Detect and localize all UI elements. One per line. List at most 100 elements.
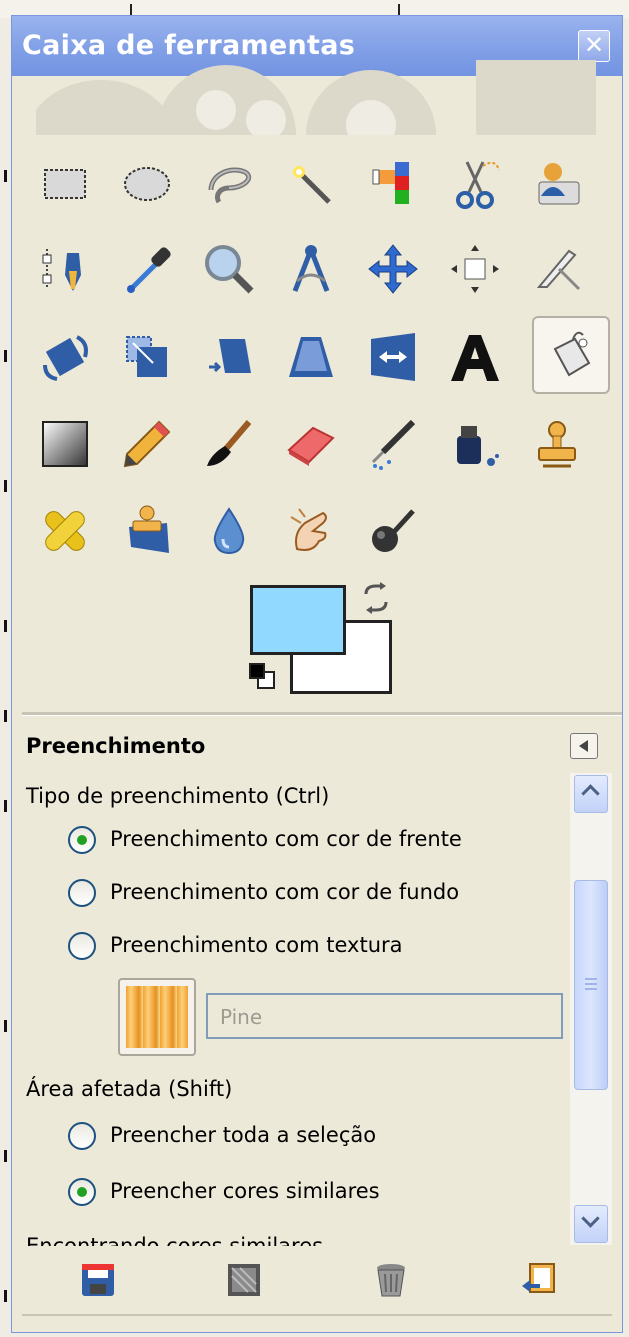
tool-eraser[interactable] [272,405,350,483]
scroll-down-button[interactable] [574,1205,608,1243]
tool-perspective[interactable] [272,318,350,396]
radio-fill-selection[interactable] [68,1122,96,1150]
perspective-tool-icon [289,337,333,377]
tool-perspective-clone[interactable] [108,492,186,570]
options-menu-button[interactable] [570,733,598,759]
tool-ink[interactable] [436,405,514,483]
tool-paths[interactable] [26,230,104,308]
tool-rect-select[interactable] [26,145,104,223]
move-tool-icon [368,244,418,294]
select-by-color-tool-icon [372,162,409,204]
tool-rotate[interactable] [26,318,104,396]
pattern-swatch [126,986,188,1048]
tool-text[interactable] [436,318,514,396]
paintbrush-tool-icon [207,420,252,466]
scroll-thumb[interactable] [574,880,608,1090]
tool-dodge-burn[interactable] [354,492,432,570]
foreground-color-swatch[interactable] [250,585,346,655]
tool-fuzzy-select[interactable] [272,145,350,223]
align-tool-icon [451,245,499,293]
tool-paintbrush[interactable] [190,405,268,483]
fill-type-label: Tipo de preenchimento (Ctrl) [26,784,330,808]
delete-options-button[interactable] [371,1260,411,1300]
tool-bucket-fill[interactable] [532,316,610,394]
tool-select-by-color[interactable] [354,145,432,223]
zoom-tool-icon [205,245,254,294]
affected-area-label: Área afetada (Shift) [26,1077,233,1101]
tool-scale[interactable] [108,318,186,396]
radio-fill-selection-label[interactable]: Preencher toda a seleção [110,1123,376,1147]
dodge-burn-tool-icon [372,509,415,552]
radio-fill-fg[interactable] [68,826,96,854]
tool-blur-sharpen[interactable] [190,492,268,570]
background-edge [4,150,8,1330]
fuzzy-select-tool-icon [293,166,331,204]
restore-options-icon [228,1264,260,1296]
cutoff-label-container: Encontrando cores similares [26,1226,566,1246]
close-button[interactable]: ✕ [578,30,610,62]
clone-tool-icon [538,421,576,468]
scissors-select-tool-icon [456,161,500,209]
pencil-tool-icon [123,420,171,468]
tool-smudge[interactable] [272,492,350,570]
tool-move[interactable] [354,230,432,308]
radio-fill-pattern-label[interactable]: Preenchimento com textura [110,933,403,957]
tool-clone[interactable] [518,405,596,483]
save-options-icon [82,1264,114,1296]
tool-crop[interactable] [518,230,596,308]
free-select-tool-icon [208,167,252,204]
rotate-tool-icon [43,335,88,381]
swap-colors-icon[interactable] [358,580,394,616]
tool-airbrush[interactable] [354,405,432,483]
tool-pencil[interactable] [108,405,186,483]
reset-options-icon [522,1263,555,1293]
radio-fill-bg[interactable] [68,879,96,907]
blur-sharpen-tool-icon [213,507,245,555]
ellipse-select-tool-icon [124,167,170,201]
tool-free-select[interactable] [190,145,268,223]
radio-fill-fg-label[interactable]: Preenchimento com cor de frente [110,827,462,851]
tool-blend[interactable] [26,405,104,483]
crop-tool-icon [536,249,581,291]
tool-color-picker[interactable] [108,230,186,308]
measure-tool-icon [292,245,330,292]
tool-align[interactable] [436,230,514,308]
wilber-drop-area [36,60,596,135]
foreground-select-tool-icon [538,163,580,205]
tool-flip[interactable] [354,318,432,396]
airbrush-tool-icon [371,419,416,470]
window-title: Caixa de ferramentas [22,30,356,61]
pattern-name-field[interactable]: Pine [206,993,563,1039]
shear-tool-icon [209,339,251,373]
perspective-clone-tool-icon [129,505,169,553]
text-tool-icon [451,335,499,381]
close-icon: ✕ [583,31,605,59]
flip-tool-icon [371,333,415,381]
radio-fill-pattern[interactable] [68,932,96,960]
paths-tool-icon [42,249,81,291]
smudge-tool-icon [290,508,327,551]
reset-options-button[interactable] [518,1260,558,1300]
radio-fill-similar[interactable] [68,1178,96,1206]
default-colors-icon[interactable] [248,662,280,694]
tool-zoom[interactable] [190,230,268,308]
options-title: Preenchimento [26,734,206,758]
delete-options-icon [377,1264,405,1297]
pattern-preview-button[interactable] [118,978,196,1056]
scroll-up-button[interactable] [574,775,608,813]
scale-tool-icon [126,336,167,377]
similar-colors-label: Encontrando cores similares [26,1234,324,1246]
tool-measure[interactable] [272,230,350,308]
restore-options-button[interactable] [224,1260,264,1300]
tool-scissors-select[interactable] [436,145,514,223]
save-options-button[interactable] [78,1260,118,1300]
tool-heal[interactable] [26,492,104,570]
eraser-tool-icon [287,426,335,466]
tool-foreground-select[interactable] [518,145,596,223]
heal-tool-icon [45,511,85,551]
color-picker-tool-icon [127,247,171,293]
radio-fill-similar-label[interactable]: Preencher cores similares [110,1179,380,1203]
tool-ellipse-select[interactable] [108,145,186,223]
radio-fill-bg-label[interactable]: Preenchimento com cor de fundo [110,880,459,904]
tool-shear[interactable] [190,318,268,396]
